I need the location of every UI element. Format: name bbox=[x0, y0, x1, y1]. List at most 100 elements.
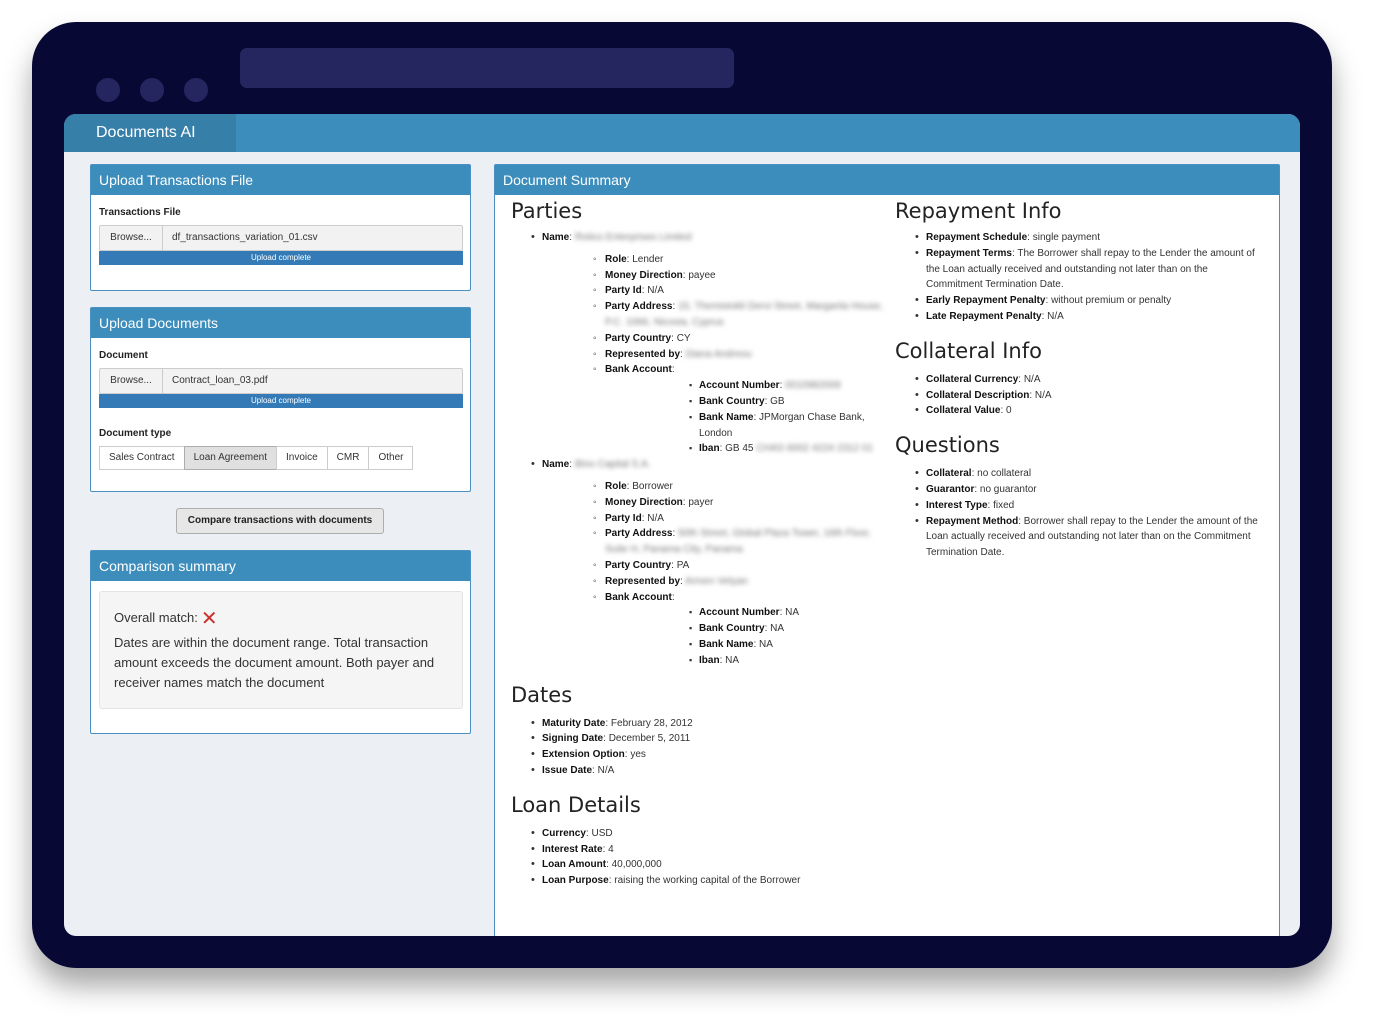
comparison-text: Dates are within the document range. Tot… bbox=[114, 635, 435, 690]
window-dot-icon bbox=[140, 78, 164, 102]
party-name: Bino Capital S.A. bbox=[574, 459, 651, 471]
list-item: Repayment Schedule: single payment bbox=[895, 230, 1265, 246]
section-title-repayment: Repayment Info bbox=[895, 199, 1062, 223]
list-item: Role: Borrower bbox=[542, 479, 883, 495]
panel-header: Upload Transactions File bbox=[91, 165, 470, 195]
list-item: Collateral Currency: N/A bbox=[895, 372, 1265, 388]
list-item: Bank Account: Account Number: NA Bank Co… bbox=[542, 590, 883, 669]
window-dot-icon bbox=[96, 78, 120, 102]
list-item: Late Repayment Penalty: N/A bbox=[895, 309, 1265, 325]
type-sales-contract[interactable]: Sales Contract bbox=[99, 446, 185, 470]
list-item: Party Id: N/A bbox=[542, 511, 883, 527]
party-name: Rotico Enterprises Limited bbox=[574, 232, 692, 243]
list-item: Represented by: Armen Vetyan bbox=[542, 574, 883, 590]
parties-list: Name: Rotico Enterprises Limited Role: L… bbox=[511, 230, 883, 669]
panel-header: Document Summary bbox=[495, 165, 1279, 195]
list-item: Role: Lender bbox=[542, 252, 883, 268]
browse-button[interactable]: Browse... bbox=[100, 226, 163, 250]
upload-progress-bar: Upload complete bbox=[99, 394, 463, 408]
document-type-group: Sales Contract Loan Agreement Invoice CM… bbox=[99, 446, 414, 470]
collateral-list: Collateral Currency: N/A Collateral Desc… bbox=[895, 372, 1265, 419]
transactions-file-label: Transactions File bbox=[99, 207, 181, 218]
list-item: Money Direction: payer bbox=[542, 495, 883, 511]
list-item: Collateral Description: N/A bbox=[895, 388, 1265, 404]
party-item: Name: Rotico Enterprises Limited Role: L… bbox=[511, 230, 883, 457]
type-invoice[interactable]: Invoice bbox=[275, 446, 328, 470]
list-item: Bank Name: NA bbox=[605, 637, 883, 653]
loan-details-list: Currency: USD Interest Rate: 4 Loan Amou… bbox=[511, 826, 883, 889]
app-title[interactable]: Documents AI bbox=[64, 114, 236, 152]
list-item: Maturity Date: February 28, 2012 bbox=[511, 716, 883, 732]
list-item: Account Number: NA bbox=[605, 605, 883, 621]
party-details: Role: Borrower Money Direction: payer Pa… bbox=[542, 479, 883, 669]
list-item: Party Address: 15, Themistokli Dervi Str… bbox=[542, 299, 883, 331]
type-other[interactable]: Other bbox=[368, 446, 414, 470]
list-item: Loan Purpose: raising the working capita… bbox=[511, 873, 883, 889]
bank-details: Account Number: NA Bank Country: NA Bank… bbox=[605, 605, 883, 668]
repayment-list: Repayment Schedule: single payment Repay… bbox=[895, 230, 1265, 325]
overall-match: Overall match: ✕ bbox=[114, 608, 448, 629]
panel-header: Upload Documents bbox=[91, 308, 470, 338]
window-dot-icon bbox=[184, 78, 208, 102]
list-item: Iban: GB 45 CHAS 6002 4224 2312 01 bbox=[605, 441, 883, 457]
list-item: Loan Amount: 40,000,000 bbox=[511, 857, 883, 873]
list-item: Early Repayment Penalty: without premium… bbox=[895, 293, 1265, 309]
document-file-input[interactable]: Browse... Contract_loan_03.pdf bbox=[99, 368, 463, 394]
section-title-dates: Dates bbox=[511, 682, 573, 707]
list-item: Repayment Method: Borrower shall repay t… bbox=[895, 514, 1265, 561]
list-item: Collateral Value: 0 bbox=[895, 403, 1265, 419]
file-name: df_transactions_variation_01.csv bbox=[172, 232, 318, 243]
address-bar[interactable] bbox=[240, 48, 734, 88]
browse-button[interactable]: Browse... bbox=[100, 369, 163, 393]
list-item: Bank Name: JPMorgan Chase Bank, London bbox=[605, 410, 883, 442]
compare-button[interactable]: Compare transactions with documents bbox=[176, 508, 384, 534]
list-item: Guarantor: no guarantor bbox=[895, 482, 1265, 498]
upload-transactions-panel: Upload Transactions File Transactions Fi… bbox=[90, 164, 471, 291]
dates-list: Maturity Date: February 28, 2012 Signing… bbox=[511, 716, 883, 779]
panel-header: Comparison summary bbox=[91, 551, 470, 581]
list-item: Represented by: Diana Andreou bbox=[542, 347, 883, 363]
section-title-loan-details: Loan Details bbox=[511, 792, 641, 817]
list-item: Bank Account: Account Number: 0010982009… bbox=[542, 362, 883, 457]
type-loan-agreement[interactable]: Loan Agreement bbox=[183, 446, 277, 470]
summary-left-column: Parties Name: Rotico Enterprises Limited… bbox=[511, 197, 883, 889]
app-screen: Documents AI Upload Transactions File Tr… bbox=[64, 114, 1300, 936]
list-item: Party Country: PA bbox=[542, 558, 883, 574]
upload-documents-panel: Upload Documents Document Browse... Cont… bbox=[90, 307, 471, 492]
list-item: Issue Date: N/A bbox=[511, 763, 883, 779]
summary-right-column: Repayment Info Repayment Schedule: singl… bbox=[895, 197, 1265, 561]
transactions-file-input[interactable]: Browse... df_transactions_variation_01.c… bbox=[99, 225, 463, 251]
list-item: Bank Country: NA bbox=[605, 621, 883, 637]
list-item: Signing Date: December 5, 2011 bbox=[511, 731, 883, 747]
list-item: Interest Rate: 4 bbox=[511, 842, 883, 858]
list-item: Account Number: 0010982009 bbox=[605, 378, 883, 394]
cross-icon: ✕ bbox=[200, 608, 218, 630]
list-item: Iban: NA bbox=[605, 653, 883, 669]
top-navbar: Documents AI bbox=[64, 114, 1300, 152]
list-item: Party Country: CY bbox=[542, 331, 883, 347]
list-item: Party Id: N/A bbox=[542, 283, 883, 299]
party-details: Role: Lender Money Direction: payee Part… bbox=[542, 252, 883, 457]
document-summary-panel: Document Summary Parties Name: Rotico En… bbox=[494, 164, 1280, 936]
document-label: Document bbox=[99, 350, 148, 361]
section-title-parties: Parties bbox=[511, 199, 583, 223]
list-item: Extension Option: yes bbox=[511, 747, 883, 763]
questions-list: Collateral: no collateral Guarantor: no … bbox=[895, 466, 1265, 561]
list-item: Party Address: 50th Street, Global Plaza… bbox=[542, 526, 883, 558]
upload-progress-bar: Upload complete bbox=[99, 251, 463, 265]
bank-details: Account Number: 0010982009 Bank Country:… bbox=[605, 378, 883, 457]
file-name: Contract_loan_03.pdf bbox=[172, 375, 268, 386]
document-type-label: Document type bbox=[99, 428, 172, 439]
list-item: Repayment Terms: The Borrower shall repa… bbox=[895, 246, 1265, 293]
section-title-collateral: Collateral Info bbox=[895, 338, 1042, 363]
comparison-summary-panel: Comparison summary Overall match: ✕ Dates… bbox=[90, 550, 471, 734]
comparison-well: Overall match: ✕ Dates are within the doc… bbox=[99, 591, 463, 709]
section-title-questions: Questions bbox=[895, 433, 1000, 458]
list-item: Currency: USD bbox=[511, 826, 883, 842]
type-cmr[interactable]: CMR bbox=[326, 446, 370, 470]
list-item: Interest Type: fixed bbox=[895, 498, 1265, 514]
party-item: Name: Bino Capital S.A. Role: Borrower M… bbox=[511, 457, 883, 668]
list-item: Money Direction: payee bbox=[542, 268, 883, 284]
list-item: Bank Country: GB bbox=[605, 394, 883, 410]
overall-match-label: Overall match: bbox=[114, 610, 198, 625]
